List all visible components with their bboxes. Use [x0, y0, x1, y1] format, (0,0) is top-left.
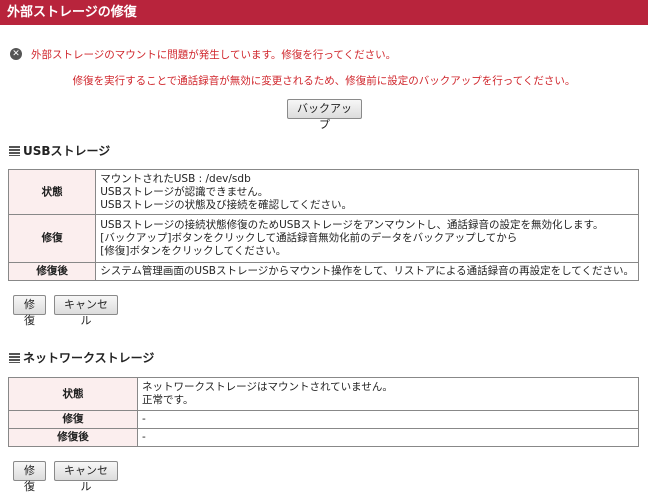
table-row: 状態 ネットワークストレージはマウントされていません。 正常です。: [8, 377, 639, 411]
list-icon: [9, 145, 20, 156]
row-label: 修復後: [8, 428, 138, 447]
alert-text: 外部ストレージのマウントに問題が発生しています。修復を行ってください。: [31, 48, 397, 61]
row-label: 修復後: [7, 262, 97, 281]
network-cancel-button[interactable]: キャンセル: [54, 461, 118, 493]
value-line: -: [142, 413, 146, 425]
usb-section-heading: USBストレージ: [9, 142, 110, 159]
row-value: -: [137, 428, 639, 447]
network-repair-button[interactable]: 修復: [13, 461, 46, 493]
table-row: 修復 -: [8, 410, 639, 429]
usb-section-title: USBストレージ: [23, 144, 111, 158]
value-line: マウントされたUSB : /dev/sdb: [100, 172, 251, 185]
table-row: 修復 USBストレージの接続状態修復のためUSBストレージをアンマウントし、通話…: [7, 214, 639, 263]
value-line: USBストレージが認識できません。: [100, 185, 269, 198]
network-status-table: 状態 ネットワークストレージはマウントされていません。 正常です。 修復 - 修…: [8, 377, 639, 447]
page-title: 外部ストレージの修復: [0, 0, 648, 25]
backup-button[interactable]: バックアップ: [287, 99, 362, 131]
row-label: 修復: [7, 214, 97, 263]
table-row: 修復後 システム管理画面のUSBストレージからマウント操作をして、リストアによる…: [7, 262, 639, 281]
row-label: 状態: [7, 169, 97, 215]
row-value: ネットワークストレージはマウントされていません。 正常です。: [137, 377, 639, 411]
network-button-row: 修復 キャンセル: [13, 461, 118, 493]
usb-status-table: 状態 マウントされたUSB : /dev/sdb USBストレージが認識できませ…: [7, 169, 639, 281]
alert-message: ✕ 外部ストレージのマウントに問題が発生しています。修復を行ってください。: [10, 47, 396, 61]
usb-repair-button[interactable]: 修復: [13, 295, 46, 327]
value-line: システム管理画面のUSBストレージからマウント操作をして、リストアによる通話録音…: [100, 265, 634, 277]
usb-button-row: 修復 キャンセル: [13, 295, 118, 327]
network-section-title: ネットワークストレージ: [23, 351, 155, 365]
row-value: USBストレージの接続状態修復のためUSBストレージをアンマウントし、通話録音の…: [95, 214, 639, 263]
value-line: 正常です。: [142, 394, 194, 406]
value-line: [バックアップ]ボタンをクリックして通話録音無効化前のデータをバックアップしてか…: [100, 232, 518, 244]
value-line: USBストレージの接続状態修復のためUSBストレージをアンマウントし、通話録音の…: [100, 219, 604, 231]
value-line: USBストレージの状態及び接続を確認してください。: [100, 198, 352, 211]
row-value: マウントされたUSB : /dev/sdb USBストレージが認識できません。 …: [95, 169, 639, 215]
row-label: 状態: [8, 377, 138, 411]
table-row: 状態 マウントされたUSB : /dev/sdb USBストレージが認識できませ…: [7, 169, 639, 215]
row-value: システム管理画面のUSBストレージからマウント操作をして、リストアによる通話録音…: [95, 262, 639, 281]
row-value: -: [137, 410, 639, 429]
error-circle-icon: ✕: [10, 48, 22, 60]
row-label: 修復: [8, 410, 138, 429]
list-icon: [9, 352, 20, 363]
table-row: 修復後 -: [8, 428, 639, 447]
value-line: [修復]ボタンをクリックしてください。: [100, 245, 287, 257]
value-line: ネットワークストレージはマウントされていません。: [142, 381, 393, 393]
alert-note: 修復を実行することで通話録音が無効に変更されるため、修復前に設定のバックアップを…: [72, 75, 576, 87]
value-line: -: [142, 431, 146, 443]
usb-cancel-button[interactable]: キャンセル: [54, 295, 118, 327]
network-section-heading: ネットワークストレージ: [9, 349, 154, 366]
